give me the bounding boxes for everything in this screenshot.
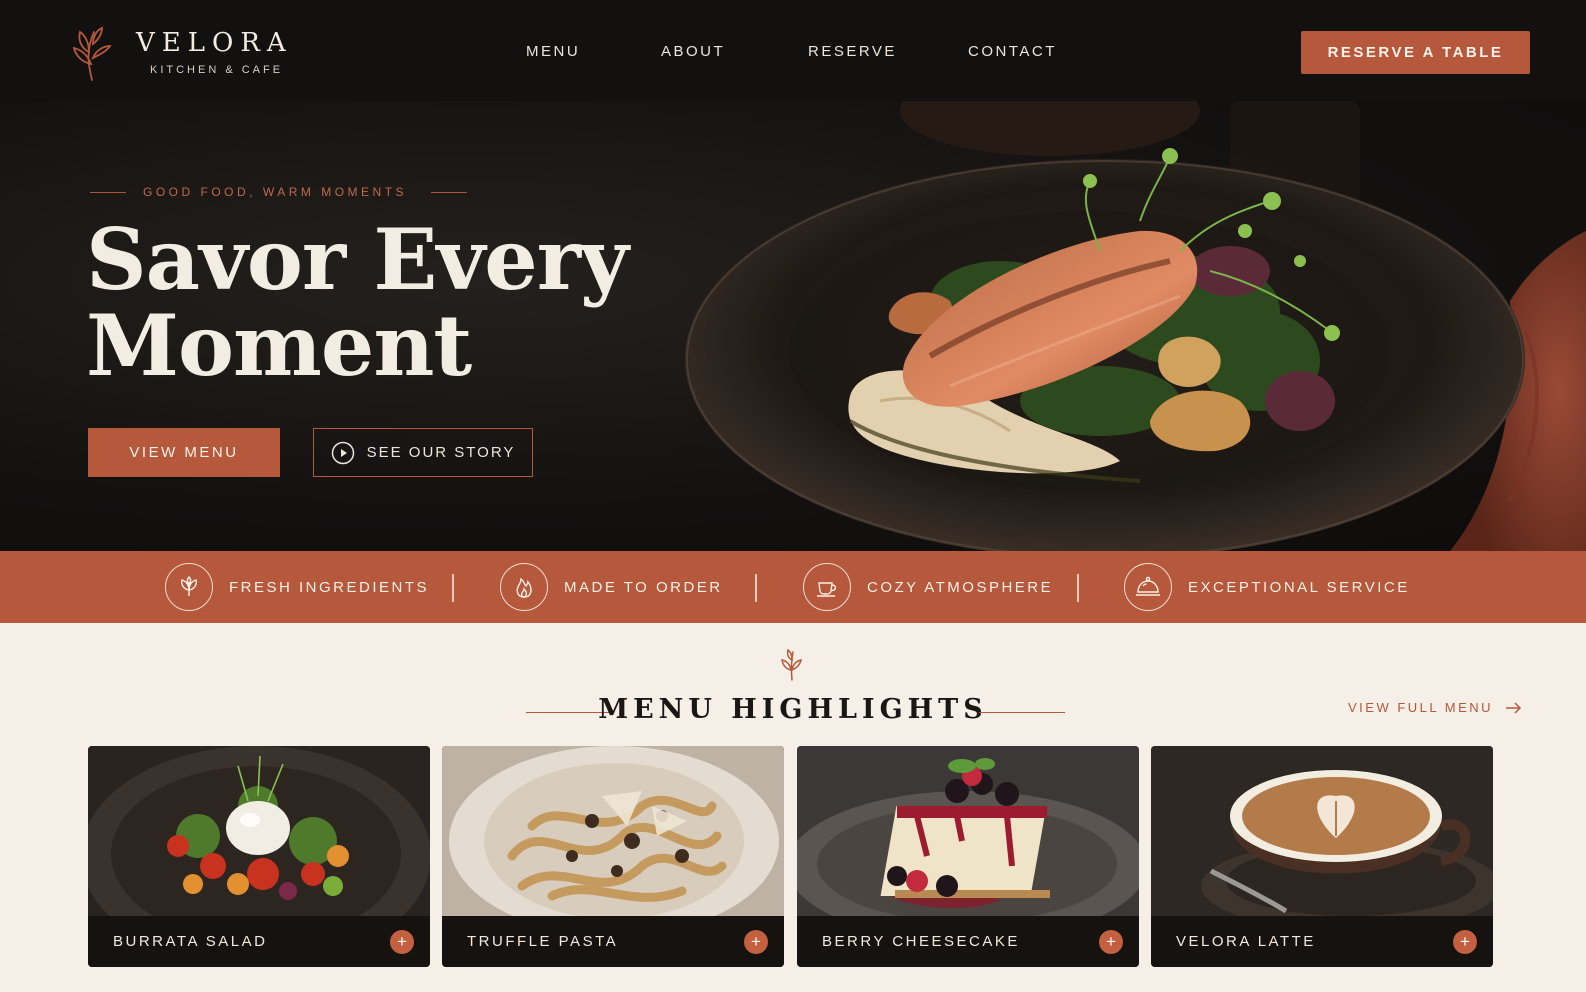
strip-divider xyxy=(755,574,757,602)
menu-item-name: BERRY CHEESECAKE xyxy=(822,933,1020,950)
feature-label: COZY ATMOSPHERE xyxy=(867,578,1054,596)
burrata-salad-image xyxy=(88,746,430,916)
nav-menu[interactable]: MENU xyxy=(526,43,580,60)
menu-item-name: VELORA LATTE xyxy=(1176,933,1316,950)
menu-card-velora-latte[interactable]: VELORA LATTE + xyxy=(1151,746,1493,967)
card-footer: TRUFFLE PASTA + xyxy=(442,916,784,967)
leaf-icon xyxy=(165,563,213,611)
add-plus-icon[interactable]: + xyxy=(1099,930,1123,954)
view-full-menu-label: VIEW FULL MENU xyxy=(1348,700,1494,715)
brand-logo[interactable]: VELORA KITCHEN & CAFE xyxy=(64,24,304,84)
card-footer: BURRATA SALAD + xyxy=(88,916,430,967)
feature-label: EXCEPTIONAL SERVICE xyxy=(1188,578,1410,596)
see-our-story-button[interactable]: SEE OUR STORY xyxy=(313,428,533,477)
hero-section: GOOD FOOD, WARM MOMENTS Savor Every Mome… xyxy=(0,101,1586,551)
menu-item-name: BURRATA SALAD xyxy=(113,933,268,950)
features-strip: FRESH INGREDIENTS MADE TO ORDER COZY ATM… xyxy=(0,551,1586,623)
menu-card-berry-cheesecake[interactable]: BERRY CHEESECAKE + xyxy=(797,746,1139,967)
berry-cheesecake-image xyxy=(797,746,1139,916)
velora-latte-image xyxy=(1151,746,1493,916)
menu-card-burrata-salad[interactable]: BURRATA SALAD + xyxy=(88,746,430,967)
site-header: VELORA KITCHEN & CAFE MENU ABOUT RESERVE… xyxy=(0,0,1586,101)
coffee-cup-icon xyxy=(803,563,851,611)
title-line-right xyxy=(979,712,1065,713)
hero-eyebrow: GOOD FOOD, WARM MOMENTS xyxy=(143,185,408,199)
eyebrow-line-left xyxy=(90,192,126,193)
reserve-table-button[interactable]: RESERVE A TABLE xyxy=(1301,31,1530,74)
eyebrow-line-right xyxy=(431,192,467,193)
brand-name: VELORA xyxy=(136,28,293,58)
nav-reserve[interactable]: RESERVE xyxy=(808,43,897,60)
brand-tagline: KITCHEN & CAFE xyxy=(150,64,284,76)
feature-fresh-ingredients: FRESH INGREDIENTS xyxy=(165,563,429,611)
add-plus-icon[interactable]: + xyxy=(390,930,414,954)
arrow-right-icon xyxy=(1506,701,1522,714)
strip-divider xyxy=(1077,574,1079,602)
sprig-logo-icon xyxy=(72,26,112,81)
feature-exceptional-service: EXCEPTIONAL SERVICE xyxy=(1124,563,1410,611)
feature-cozy-atmosphere: COZY ATMOSPHERE xyxy=(803,563,1053,611)
nav-about[interactable]: ABOUT xyxy=(661,43,725,60)
feature-label: FRESH INGREDIENTS xyxy=(229,578,430,596)
view-menu-button[interactable]: VIEW MENU xyxy=(88,428,280,477)
view-full-menu-link[interactable]: VIEW FULL MENU xyxy=(1348,700,1522,715)
sprig-icon xyxy=(781,648,803,681)
flame-icon xyxy=(500,563,548,611)
cloche-icon xyxy=(1124,563,1172,611)
hero-title-line1: Savor Every xyxy=(86,210,629,309)
menu-card-truffle-pasta[interactable]: TRUFFLE PASTA + xyxy=(442,746,784,967)
strip-divider xyxy=(452,574,454,602)
play-icon xyxy=(331,441,354,464)
feature-made-to-order: MADE TO ORDER xyxy=(500,563,723,611)
add-plus-icon[interactable]: + xyxy=(744,930,768,954)
menu-item-name: TRUFFLE PASTA xyxy=(467,933,619,950)
nav-contact[interactable]: CONTACT xyxy=(968,43,1057,60)
card-footer: VELORA LATTE + xyxy=(1151,916,1493,967)
feature-label: MADE TO ORDER xyxy=(564,578,723,596)
hero-title-line2: Moment xyxy=(86,296,472,395)
see-our-story-label: SEE OUR STORY xyxy=(366,444,516,461)
hero-title: Savor Every Moment xyxy=(86,217,646,389)
add-plus-icon[interactable]: + xyxy=(1453,930,1477,954)
card-footer: BERRY CHEESECAKE + xyxy=(797,916,1139,967)
menu-highlights-title: MENU HIGHLIGHTS xyxy=(598,694,988,725)
truffle-pasta-image xyxy=(442,746,784,916)
